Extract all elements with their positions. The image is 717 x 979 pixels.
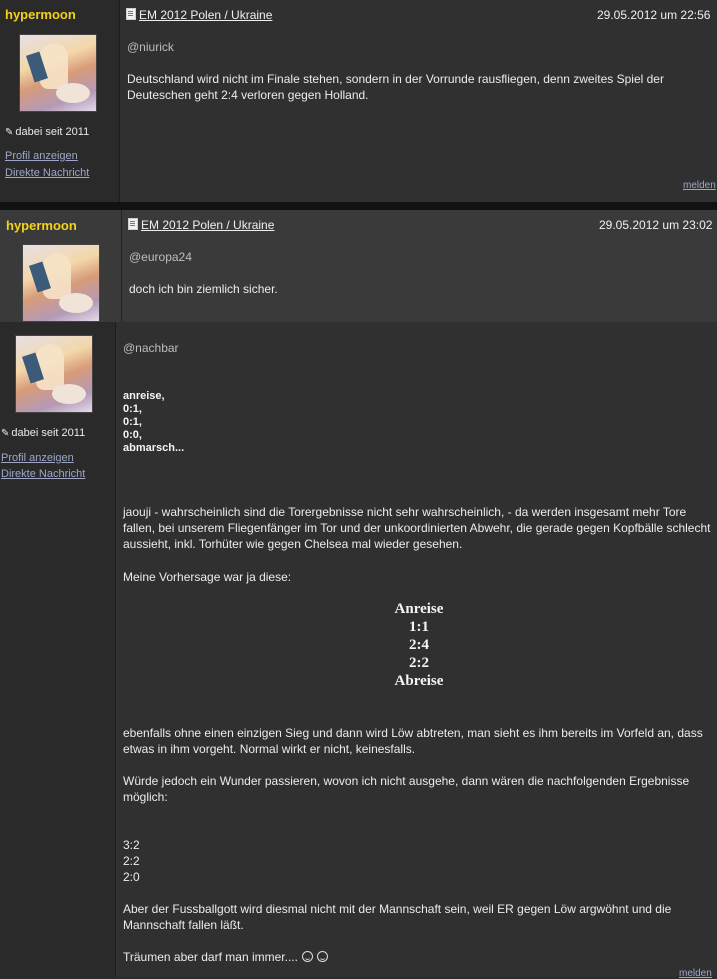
post-2-author-panel: hypermoon <box>0 210 122 322</box>
report-link[interactable]: melden <box>679 968 712 979</box>
post-3-body: @nachbar anreise, 0:1, 0:1, 0:0, abmarsc… <box>116 322 717 979</box>
post-3: ✎ dabei seit 2011 Profil anzeigen Direkte… <box>0 322 717 979</box>
member-since: ✎ dabei seit 2011 <box>1 427 85 439</box>
grin-smiley-icon <box>316 951 328 962</box>
bold-line: abmarsch... <box>123 442 185 454</box>
paragraph-4: Würde jedoch ein Wunder passieren, wovon… <box>123 774 690 804</box>
mention[interactable]: @nachbar <box>123 341 179 355</box>
prediction-line: 1:1 <box>409 619 429 635</box>
paragraph-6-line: Träumen aber darf man immer.... <box>123 949 328 965</box>
bold-line: anreise, <box>123 390 165 402</box>
post-3-author-panel: ✎ dabei seit 2011 Profil anzeigen Direkte… <box>0 322 116 977</box>
mention[interactable]: @europa24 <box>129 250 192 264</box>
direct-message-link[interactable]: Direkte Nachricht <box>5 167 89 179</box>
author-username[interactable]: hypermoon <box>5 7 76 22</box>
direct-message-link[interactable]: Direkte Nachricht <box>1 468 85 480</box>
bold-line: 0:0, <box>123 429 142 441</box>
bold-line: 0:1, <box>123 403 142 415</box>
paragraph-6: Träumen aber darf man immer.... <box>123 950 298 964</box>
topic-link[interactable]: EM 2012 Polen / Ukraine <box>139 8 272 22</box>
post-text: Deutschland wird nicht im Finale stehen,… <box>127 72 664 102</box>
post-date: 29.05.2012 um 22:56 <box>597 8 711 22</box>
post-date: 29.05.2012 um 23:02 <box>599 218 713 232</box>
paragraph-1: jaouji - wahrscheinlich sind die Torerge… <box>123 505 711 551</box>
prediction-line: 2:2 <box>409 655 429 671</box>
smiley-icon <box>301 951 313 962</box>
member-since-label: dabei seit 2011 <box>15 126 90 138</box>
paragraph-3: ebenfalls ohne einen einzigen Sieg und d… <box>123 726 703 756</box>
author-username[interactable]: hypermoon <box>6 218 77 233</box>
post-1-author-panel: hypermoon ✎ dabei seit 2011 Profil anzeig… <box>0 0 120 202</box>
author-avatar[interactable] <box>19 34 97 112</box>
pen-icon: ✎ <box>5 127 14 138</box>
author-avatar[interactable] <box>15 335 93 413</box>
prediction-line: Abreise <box>394 673 444 689</box>
prediction-block: Anreise 1:1 2:4 2:2 Abreise <box>336 600 502 690</box>
paragraph-2: Meine Vorhersage war ja diese: <box>123 570 292 584</box>
results-list: 3:2 2:2 2:0 <box>123 837 140 885</box>
result-line: 2:0 <box>123 870 140 884</box>
author-avatar[interactable] <box>22 244 100 322</box>
post-2: hypermoon EM 2012 Polen / Ukraine 29.05.… <box>0 210 717 322</box>
profile-link[interactable]: Profil anzeigen <box>1 452 74 464</box>
post-1-body: EM 2012 Polen / Ukraine 29.05.2012 um 22… <box>120 0 717 202</box>
document-icon <box>126 8 136 20</box>
post-text: doch ich bin ziemlich sicher. <box>129 282 278 296</box>
result-line: 3:2 <box>123 838 140 852</box>
post-divider <box>0 202 717 210</box>
post-2-body: EM 2012 Polen / Ukraine 29.05.2012 um 23… <box>122 210 717 322</box>
result-line: 2:2 <box>123 854 140 868</box>
mention[interactable]: @niurick <box>127 40 174 54</box>
profile-link[interactable]: Profil anzeigen <box>5 150 78 162</box>
document-icon <box>128 218 138 230</box>
pen-icon: ✎ <box>1 428 10 439</box>
member-since: ✎ dabei seit 2011 <box>5 126 89 138</box>
bold-score-list: anreise, 0:1, 0:1, 0:0, abmarsch... <box>123 390 184 455</box>
paragraph-5: Aber der Fussballgott wird diesmal nicht… <box>123 902 672 932</box>
bold-line: 0:1, <box>123 416 142 428</box>
report-link[interactable]: melden <box>683 180 716 191</box>
post-1: hypermoon ✎ dabei seit 2011 Profil anzeig… <box>0 0 717 202</box>
member-since-label: dabei seit 2011 <box>11 427 86 439</box>
topic-link[interactable]: EM 2012 Polen / Ukraine <box>141 218 274 232</box>
prediction-line: 2:4 <box>409 637 429 653</box>
prediction-line: Anreise <box>394 601 444 617</box>
